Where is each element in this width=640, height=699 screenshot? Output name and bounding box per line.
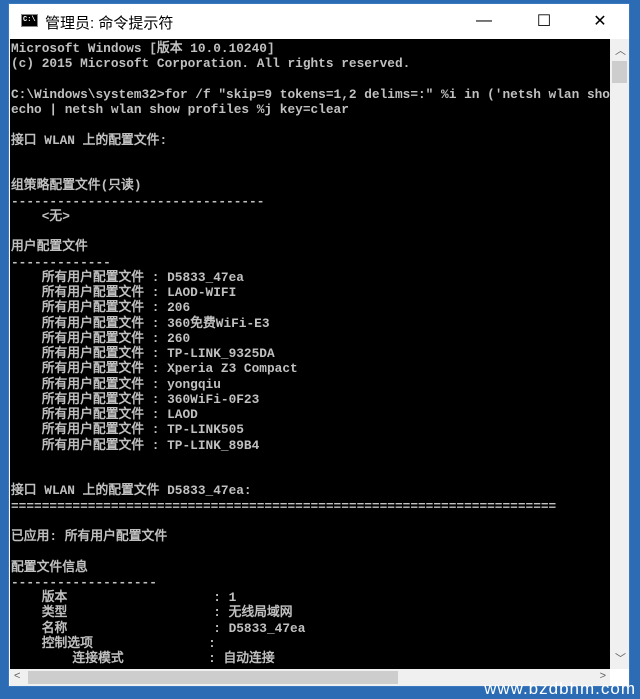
console-line: 接口 WLAN 上的配置文件 D5833_47ea: [11,483,252,499]
console-line: 所有用户配置文件 : LAOD [11,407,198,422]
console-line: 连接模式 : 自动连接 [11,651,275,666]
console-line: 所有用户配置文件 : 360WiFi-0F23 [11,391,260,407]
console-line: 已应用: 所有用户配置文件 [11,529,168,544]
scroll-down-icon[interactable]: ﹀ [615,650,626,666]
console-line: 所有用户配置文件 : yongqiu [11,376,221,392]
console-line: 接口 WLAN 上的配置文件: [11,132,168,148]
scroll-left-icon[interactable]: < [14,670,20,682]
cmd-icon: C:\ [21,14,38,27]
console-line: 所有用户配置文件 : TP-LINK_89B4 [11,437,260,453]
minimize-button[interactable]: — [461,4,507,38]
console-line: ------------- [11,254,111,270]
command-prompt-window: C:\ 管理员: 命令提示符 — ☐ ✕ Microsoft Windows [… [8,3,630,687]
console-line: 所有用户配置文件 : 260 [11,330,191,346]
console-line: (c) 2015 Microsoft Corporation. All righ… [11,56,411,72]
console-line: 所有用户配置文件 : 206 [11,300,191,316]
console-line: <无> [11,208,70,224]
vertical-scroll-thumb[interactable] [612,61,627,83]
vertical-scrollbar[interactable]: ︿ ﹀ [610,39,629,669]
console-line: ------------------- [11,574,157,590]
console-line: echo | netsh wlan show profiles %j key=c… [11,102,349,117]
console-line: Microsoft Windows [版本 10.0.10240] [11,41,275,56]
console-line: 版本 : 1 [11,590,237,605]
console-line: C:\Windows\system32>for /f "skip=9 token… [11,86,610,102]
window-title: 管理员: 命令提示符 [45,15,174,32]
title-bar[interactable]: C:\ 管理员: 命令提示符 — ☐ ✕ [9,4,629,38]
console-line: 名称 : D5833_47ea [11,620,306,636]
scroll-up-icon[interactable]: ︿ [615,42,626,58]
console-line: ========================================… [11,498,557,514]
watermark: www.bzdbhm.com [484,679,636,698]
console-line: 控制选项 : [11,635,216,651]
console-line: 所有用户配置文件 : 360免费WiFi-E3 [11,315,270,331]
console-line: 用户配置文件 [11,239,88,255]
console-line: 所有用户配置文件 : D5833_47ea [11,269,244,285]
console-line: 所有用户配置文件 : Xperia Z3 Compact [11,361,298,377]
close-button[interactable]: ✕ [577,4,623,38]
console-lines: Microsoft Windows [版本 10.0.10240] (c) 201… [11,41,610,666]
console-output[interactable]: Microsoft Windows [版本 10.0.10240] (c) 201… [10,39,610,669]
console-line: 类型 : 无线局域网 [11,605,293,621]
console-line: 组策略配置文件(只读) [11,178,142,194]
horizontal-scroll-thumb[interactable] [28,671,398,684]
console-line: 所有用户配置文件 : TP-LINK505 [11,422,244,438]
console-line: 配置文件信息 [11,559,88,575]
console-line: 所有用户配置文件 : LAOD-WIFI [11,285,237,300]
maximize-button[interactable]: ☐ [521,4,567,38]
console-line: --------------------------------- [11,193,265,209]
console-line: 所有用户配置文件 : TP-LINK_9325DA [11,346,275,361]
